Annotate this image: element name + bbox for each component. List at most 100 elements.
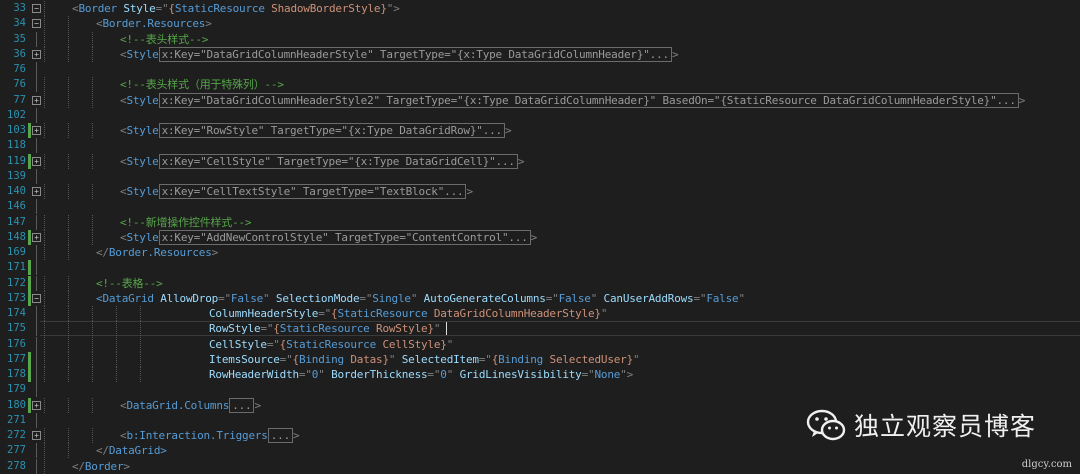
code-line[interactable]: 175 RowStyle="{StaticResource RowStyle}"	[0, 321, 1080, 337]
collapsed-region[interactable]: x:Key="AddNewControlStyle" TargetType="C…	[158, 229, 531, 245]
indent-guide	[116, 306, 117, 321]
fold-expand-icon[interactable]: +	[32, 232, 41, 242]
fold-collapse-icon[interactable]: −	[32, 4, 41, 13]
fold-expand-icon[interactable]: +	[32, 95, 41, 105]
line-number: 103	[7, 124, 26, 136]
collapsed-region[interactable]: x:Key="DataGridColumnHeaderStyle2" Targe…	[158, 92, 1019, 108]
code-line[interactable]: 278 </Border>	[0, 458, 1080, 474]
line-number: 272	[7, 429, 26, 441]
code-line[interactable]: 174 ColumnHeaderStyle="{StaticResource Da…	[0, 306, 1080, 321]
fold-collapse-icon[interactable]: −	[32, 293, 41, 303]
code-line[interactable]: 176 CellStyle="{StaticResource CellStyle}…	[0, 336, 1080, 352]
code-line[interactable]: 146	[0, 199, 1080, 215]
code-text: </Border.Resources>	[96, 245, 218, 260]
indent-guide	[44, 46, 45, 62]
indent-guide	[44, 245, 45, 260]
code-line[interactable]: 148 + <Style x:Key="AddNewControlStyle" Tar…	[0, 229, 1080, 245]
fold-expand-icon[interactable]: +	[32, 156, 41, 166]
indent-guide	[116, 367, 117, 382]
code-line[interactable]: 172 <!--表格-->	[0, 275, 1080, 291]
code-token: SelectionMode	[269, 291, 360, 305]
code-token: Style	[116, 2, 156, 15]
fold-expand-icon[interactable]: +	[32, 126, 41, 135]
code-text: <!--表头样式（用于特殊列）-->	[120, 77, 284, 92]
code-token: ="	[279, 352, 293, 366]
fold-guide	[36, 168, 37, 184]
code-line[interactable]: 36 + <Style x:Key="DataGridColumnHeaderStyl…	[0, 46, 1080, 62]
collapsed-region[interactable]: ...	[267, 428, 294, 443]
code-token: >	[671, 47, 679, 61]
collapsed-region[interactable]: x:Key="CellStyle" TargetType="{x:Type Da…	[158, 153, 518, 169]
code-text: <!--表头样式-->	[120, 32, 208, 47]
fold-guide	[36, 382, 37, 398]
change-marker	[28, 260, 31, 276]
code-token: ItemsSource	[209, 352, 280, 366]
code-line[interactable]: 76 <!--表头样式（用于特殊列）-->	[0, 77, 1080, 93]
code-text: <!--表格-->	[96, 276, 163, 291]
code-token: ="	[478, 352, 492, 366]
code-token: <!--表头样式（用于特殊列）-->	[120, 78, 284, 92]
fold-expand-icon[interactable]: +	[32, 400, 41, 410]
code-line[interactable]: 76	[0, 62, 1080, 77]
code-text: ItemsSource="{Binding Datas}" SelectedIt…	[209, 352, 640, 367]
collapsed-region[interactable]: ...	[229, 397, 255, 413]
code-text: <DataGrid AllowDrop="False" SelectionMod…	[96, 291, 745, 306]
indent-guide	[92, 397, 93, 413]
code-token: Border	[84, 459, 124, 473]
fold-collapse-icon[interactable]: −	[32, 19, 41, 29]
code-line[interactable]: 34− <Border.Resources>	[0, 16, 1080, 32]
line-number: 36	[13, 47, 26, 60]
code-token: StaticResource	[337, 307, 428, 320]
code-text: CellStyle="{StaticResource CellStyle}"	[209, 337, 453, 352]
fold-expand-icon[interactable]: +	[32, 187, 41, 196]
indent-guide	[68, 31, 69, 47]
code-line[interactable]: 171	[0, 260, 1080, 276]
line-number: 172	[7, 276, 26, 289]
code-token: Border	[78, 2, 117, 15]
line-number: 35	[13, 32, 26, 45]
indent-guide	[116, 321, 117, 337]
code-line[interactable]: 35 <!--表头样式-->	[0, 31, 1080, 47]
code-line[interactable]: 177 ItemsSource="{Binding Datas}" Selecte…	[0, 351, 1080, 367]
indent-guide	[44, 214, 45, 230]
indent-guide	[92, 153, 93, 169]
indent-guide	[92, 229, 93, 245]
code-text: ColumnHeaderStyle="{StaticResource DataG…	[209, 306, 607, 321]
code-line[interactable]: 147 <!--新增操作控件样式-->	[0, 214, 1080, 230]
fold-guide	[36, 321, 37, 337]
code-line[interactable]: 139	[0, 168, 1080, 184]
line-number: 119	[7, 154, 26, 167]
code-line[interactable]: 103 + <Style x:Key="RowStyle" TargetType="{…	[0, 123, 1080, 138]
fold-expand-icon[interactable]: +	[32, 431, 41, 440]
fold-expand-icon[interactable]: +	[32, 49, 41, 59]
site-url: dlgcy.com	[1021, 459, 1072, 470]
code-token: StaticResource	[286, 337, 377, 351]
code-line[interactable]: 77 + <Style x:Key="DataGridColumnHeaderStyl…	[0, 92, 1080, 108]
code-line[interactable]: 33− <Border Style="{StaticResource Shadow…	[0, 1, 1080, 16]
collapsed-region[interactable]: x:Key="RowStyle" TargetType="{x:Type Dat…	[158, 123, 505, 138]
indent-guide	[92, 214, 93, 230]
code-line[interactable]: 178 RowHeaderWidth="0" BorderThickness="0…	[0, 367, 1080, 382]
code-line[interactable]: 179	[0, 382, 1080, 398]
indent-guide	[92, 367, 93, 382]
code-token: ="	[693, 291, 707, 305]
code-line[interactable]: 140 + <Style x:Key="CellTextStyle" TargetTy…	[0, 184, 1080, 199]
code-line[interactable]: 169 </Border.Resources>	[0, 245, 1080, 260]
line-number: 140	[7, 185, 26, 197]
code-token: Border.Resources	[108, 246, 212, 259]
code-line[interactable]: 118	[0, 138, 1080, 154]
code-line[interactable]: 173− <DataGrid AllowDrop="False" Selectio…	[0, 290, 1080, 306]
code-line[interactable]: 119 + <Style x:Key="CellStyle" TargetType="…	[0, 153, 1080, 169]
code-line[interactable]: 277 </DataGrid>	[0, 443, 1080, 459]
code-token: >	[504, 124, 512, 137]
indent-guide	[44, 290, 45, 306]
collapsed-region[interactable]: x:Key="CellTextStyle" TargetType="TextBl…	[158, 184, 467, 199]
watermark-text: 独立观察员博客	[854, 412, 1037, 441]
indent-guide	[140, 336, 141, 352]
indent-guide	[68, 290, 69, 306]
fold-guide	[36, 275, 37, 291]
code-line[interactable]: 102	[0, 107, 1080, 123]
change-marker	[28, 229, 31, 245]
code-token: >	[254, 398, 261, 412]
collapsed-region[interactable]: x:Key="DataGridColumnHeaderStyle" Target…	[158, 46, 672, 62]
